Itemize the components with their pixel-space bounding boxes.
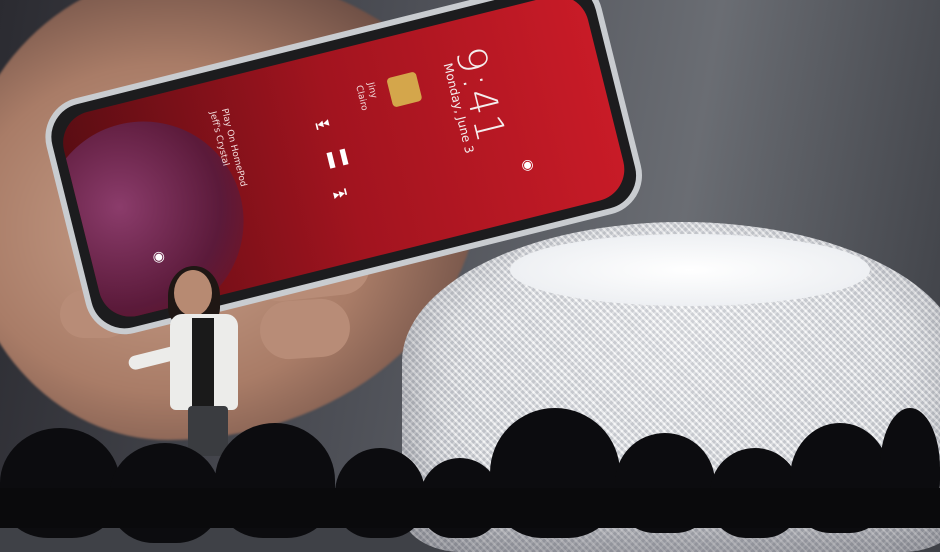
song-title: Jiny (364, 81, 379, 100)
pause-icon[interactable]: ❚❚ (322, 145, 353, 170)
audience (0, 388, 940, 543)
presenter-head (174, 270, 212, 316)
audience-floor (0, 488, 940, 528)
homepod-top-surface (510, 234, 870, 306)
next-track-icon[interactable]: ⏭ (330, 182, 349, 205)
flashlight-icon[interactable]: ◉ (520, 156, 536, 174)
album-art (386, 71, 423, 108)
previous-track-icon[interactable]: ⏮ (313, 114, 332, 137)
photo-scene: 9:41 Monday, June 3 Jiny Clairo ⏮ ❚❚ ⏭ P… (0, 0, 940, 552)
finger (258, 296, 352, 362)
iphone: 9:41 Monday, June 3 Jiny Clairo ⏮ ❚❚ ⏭ P… (20, 0, 651, 343)
